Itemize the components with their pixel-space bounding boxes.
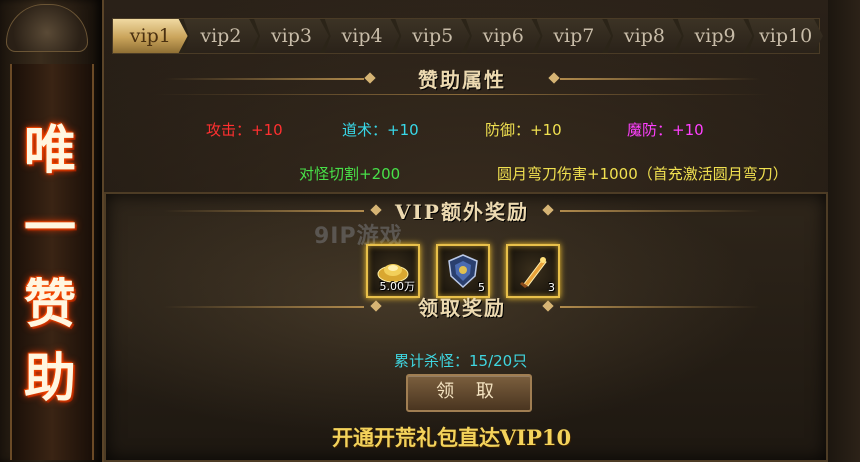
claim-button[interactable]: 领 取 [406,374,532,412]
vip-tab-bar: vip1 vip2 vip3 vip4 vip5 vip6 vip7 vip8 … [112,18,823,54]
tab-vip3[interactable]: vip3 [254,19,329,53]
stat-attack: 攻击：+10 [206,121,283,139]
sponsor-attrs-title: 赞助属性 [418,68,506,92]
kill-progress-text: 累计杀怪：15/20只 [394,352,528,370]
title-char-2: 一 [23,198,76,259]
stat-taoism: 道术：+10 [342,121,419,139]
right-frame-edge [828,0,860,462]
armor-shield-icon [448,254,478,289]
sponsor-attrs-header: 赞助属性 [104,64,820,95]
claim-rewards-title: 领取奖励 [418,296,506,320]
left-title-panel: 唯 一 赞 助 [0,0,104,462]
stat-magic-defense: 魔防：+10 [627,121,704,139]
tab-vip9[interactable]: vip9 [677,19,753,53]
stat-crescent-blade: 圆月弯刀伤害+1000（首充激活圆月弯刀） [497,165,788,183]
tab-vip2[interactable]: vip2 [183,19,259,53]
title-char-3: 赞 [23,274,76,335]
tab-vip10[interactable]: vip10 [748,19,823,53]
title-char-4: 助 [23,348,76,409]
tab-vip7[interactable]: vip7 [536,19,612,53]
reward-item-sword[interactable]: 3 [506,244,560,298]
stat-defense: 防御：+10 [485,121,562,139]
stat-monster-cut: 对怪切割+200 [299,165,401,183]
tab-vip1[interactable]: vip1 [113,19,188,53]
promo-text: 开通开荒礼包直达VIP10 [332,425,572,450]
tab-vip6[interactable]: vip6 [465,19,541,53]
sword-scroll-icon [520,257,547,288]
vip-rewards-title: VIP额外奖励 [395,200,529,224]
ornament-icon [6,4,88,52]
claim-rewards-header: 领取奖励 [104,292,820,322]
reward-item-gold[interactable]: 5.00万 [366,244,420,298]
main-panel: vip1 vip2 vip3 vip4 vip5 vip6 vip7 vip8 … [104,8,828,462]
reward-item-armor[interactable]: 5 [436,244,490,298]
tab-vip4[interactable]: vip4 [324,19,400,53]
title-char-1: 唯 [23,120,76,181]
tab-vip8[interactable]: vip8 [607,19,682,53]
vip-rewards-header: VIP额外奖励 [104,196,820,226]
tab-vip5[interactable]: vip5 [395,19,470,53]
